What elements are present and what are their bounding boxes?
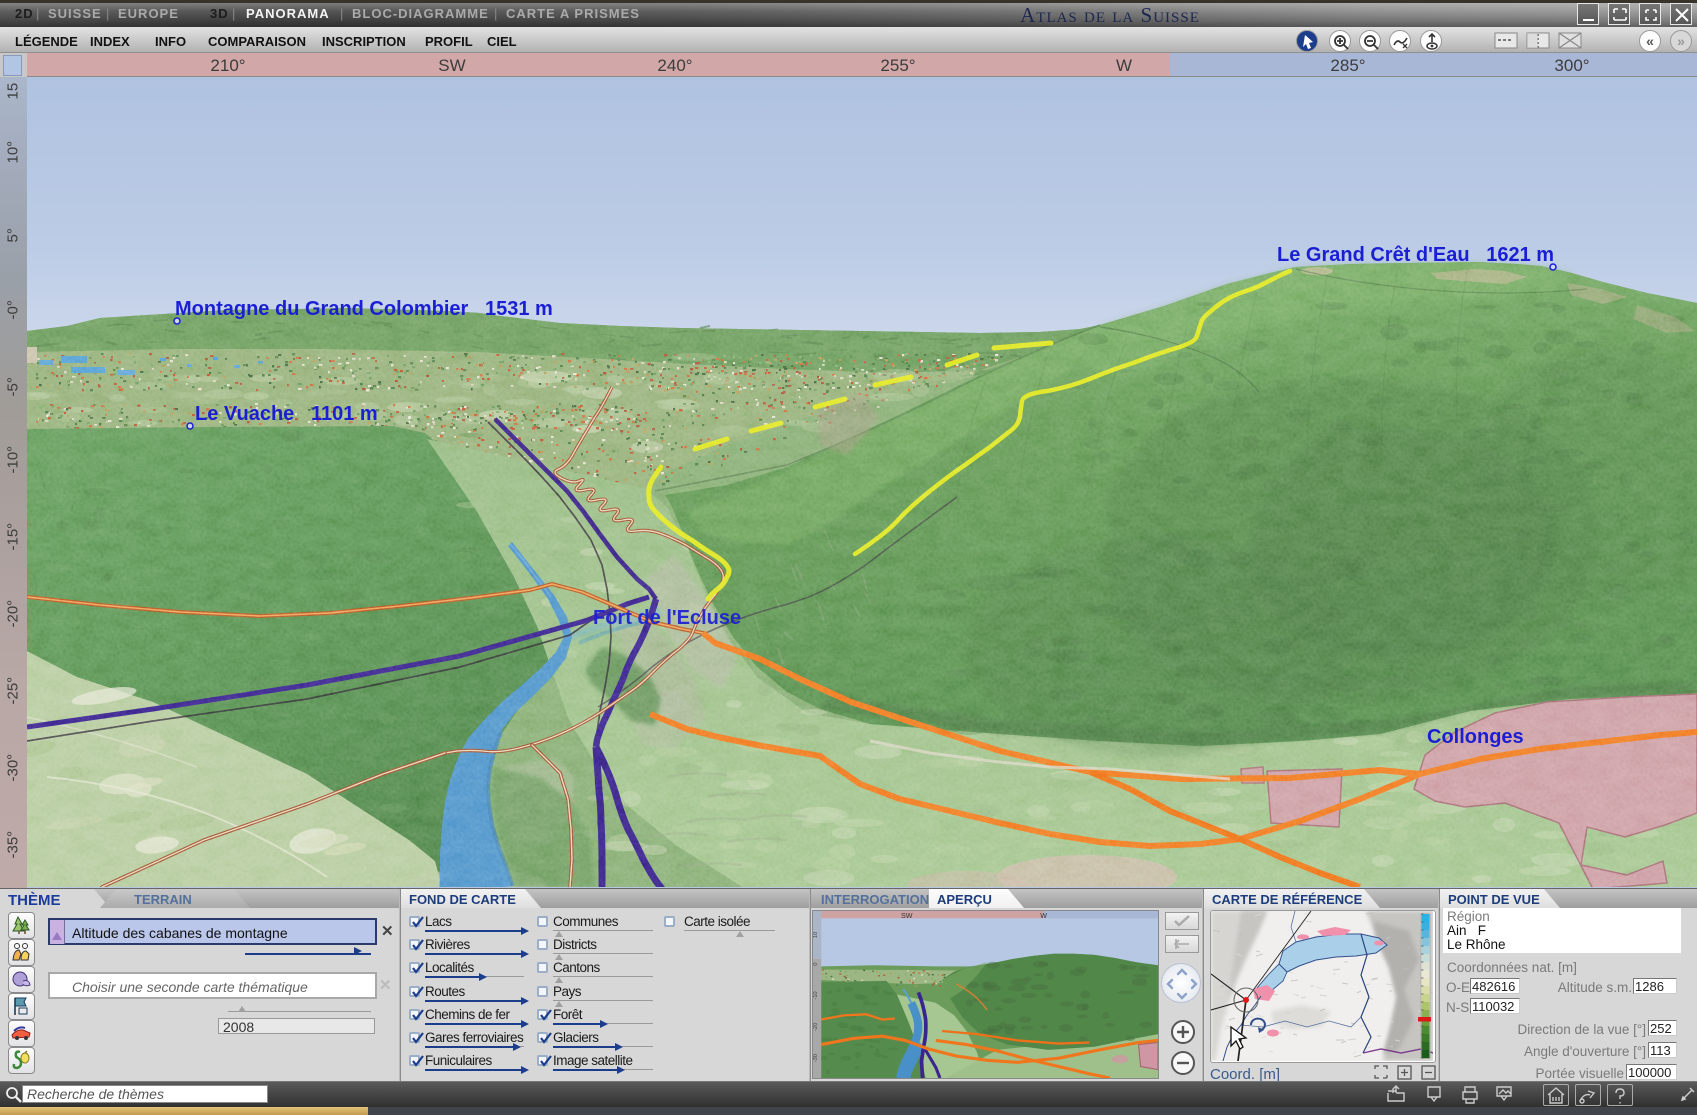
svg-text:Collonges: Collonges <box>1427 726 1524 748</box>
svg-text:W: W <box>1040 911 1047 920</box>
svg-text:SW: SW <box>901 911 913 920</box>
svg-text:0: 0 <box>813 963 819 966</box>
svg-text:Le Grand Crêt d'Eau 1621 m: Le Grand Crêt d'Eau 1621 m <box>1277 244 1554 266</box>
svg-text:Fort de l'Ecluse: Fort de l'Ecluse <box>593 607 741 629</box>
svg-text:10: 10 <box>813 932 819 938</box>
svg-text:Montagne du Grand Colombier: Montagne du Grand Colombier 1531 m <box>175 298 553 320</box>
svg-text:-30: -30 <box>813 1054 819 1062</box>
svg-text:-10: -10 <box>813 991 819 999</box>
svg-text:Le Vuache 1101 m: Le Vuache 1101 m <box>195 403 378 425</box>
svg-text:-20: -20 <box>813 1023 819 1031</box>
